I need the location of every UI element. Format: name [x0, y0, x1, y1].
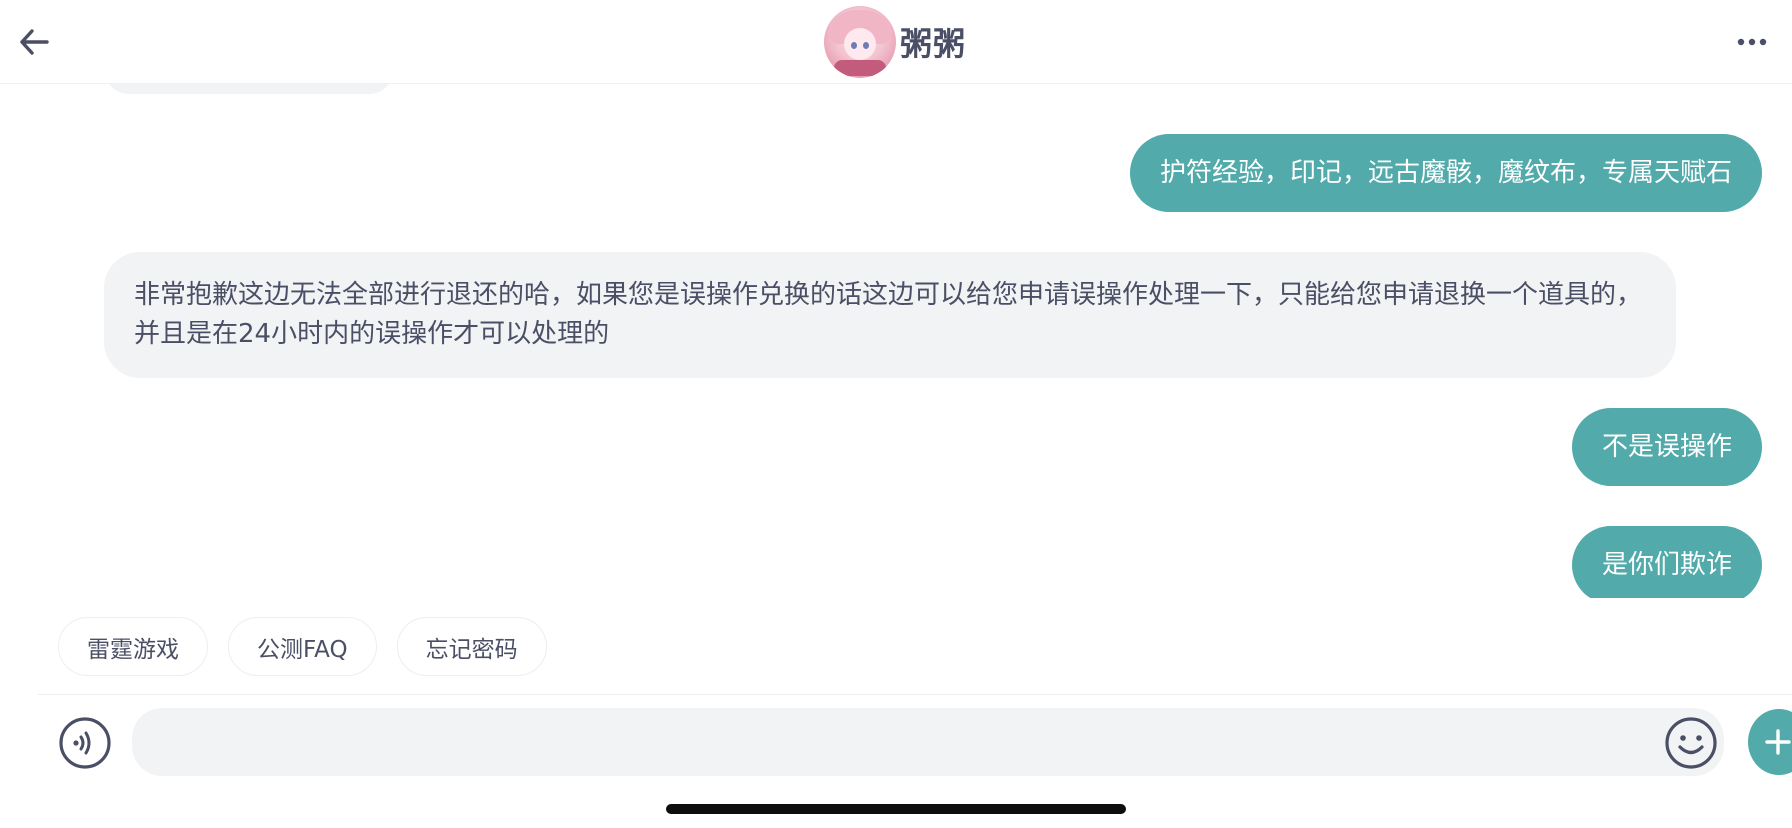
- quick-reply-bar: 雷霆游戏 公测FAQ 忘记密码: [58, 617, 547, 676]
- agent-message: 非常抱歉这边无法全部进行退还的哈，如果您是误操作兑换的话这边可以给您申请误操作处…: [104, 252, 1676, 378]
- message-input[interactable]: [132, 708, 1724, 776]
- voice-icon: [59, 717, 111, 769]
- quick-reply-chip[interactable]: 雷霆游戏: [58, 617, 208, 676]
- user-message: 不是误操作: [1571, 408, 1762, 486]
- add-attachment-button[interactable]: [1748, 709, 1792, 775]
- chat-screen: 粥粥 护符经验，印记，远古魔骸，魔纹布，专属天赋石 非常抱歉这边无法全部进行退还…: [0, 0, 1792, 828]
- emoji-button[interactable]: [1664, 716, 1718, 770]
- more-horizontal-icon: [1737, 38, 1767, 46]
- message-bubble-partial: [104, 84, 394, 94]
- plus-icon: [1765, 729, 1791, 755]
- user-message: 是你们欺诈: [1571, 526, 1762, 598]
- voice-input-button[interactable]: [58, 716, 112, 770]
- more-button[interactable]: [1732, 26, 1772, 58]
- smiley-icon: [1665, 717, 1717, 769]
- quick-reply-chip[interactable]: 忘记密码: [396, 617, 547, 676]
- back-button[interactable]: [14, 22, 54, 62]
- user-message: 护符经验，印记，远古魔骸，魔纹布，专属天赋石: [1129, 134, 1762, 212]
- home-indicator: [666, 804, 1126, 814]
- header: 粥粥: [0, 0, 1792, 84]
- message-list[interactable]: 护符经验，印记，远古魔骸，魔纹布，专属天赋石 非常抱歉这边无法全部进行退还的哈，…: [0, 84, 1792, 598]
- divider: [38, 694, 1792, 695]
- chat-title-group: 粥粥: [824, 6, 966, 78]
- avatar[interactable]: [824, 6, 896, 78]
- page-title: 粥粥: [900, 25, 967, 63]
- quick-reply-chip[interactable]: 公测FAQ: [228, 617, 377, 676]
- arrow-left-icon: [20, 29, 49, 55]
